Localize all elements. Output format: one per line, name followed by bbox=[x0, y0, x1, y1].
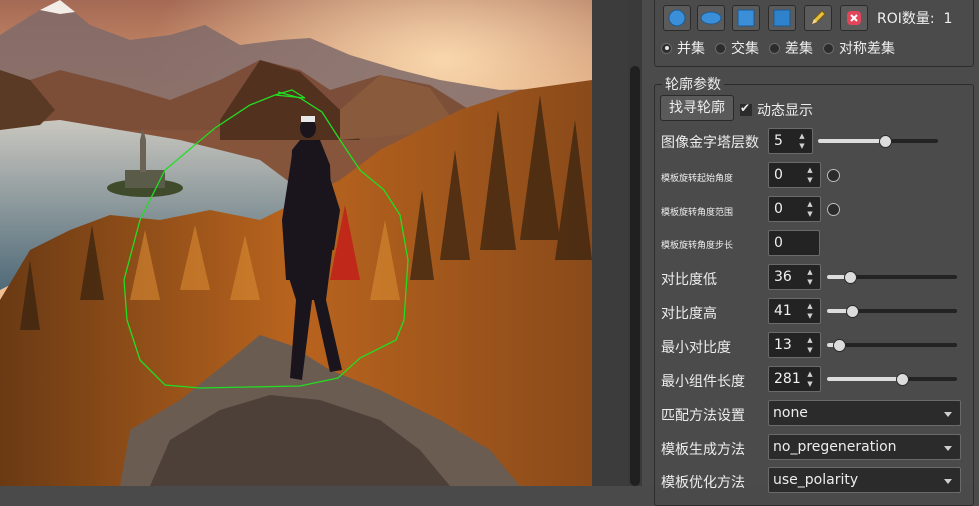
slider-fill bbox=[827, 377, 902, 381]
spinbox-arrows[interactable]: ▲ ▼ bbox=[803, 369, 817, 389]
chevron-down-icon bbox=[944, 479, 952, 484]
spinbox-value: 5 bbox=[774, 133, 783, 149]
spinbox-value: 281 bbox=[774, 371, 801, 387]
clear-roi-icon bbox=[847, 11, 861, 25]
spinbox-arrows[interactable]: ▲ ▼ bbox=[795, 131, 809, 151]
slider-handle[interactable] bbox=[827, 203, 840, 216]
contrast-high-spinbox[interactable]: 41 ▲ ▼ bbox=[768, 298, 821, 324]
contrast-low-slider[interactable] bbox=[827, 271, 957, 284]
template-generation-select[interactable]: no_pregeneration bbox=[768, 434, 961, 460]
radio-indicator[interactable] bbox=[823, 42, 834, 54]
rotated-rectangle-icon bbox=[773, 9, 791, 27]
rectangle-icon bbox=[737, 9, 755, 27]
min-contrast-spinbox[interactable]: 13 ▲ ▼ bbox=[768, 332, 821, 358]
spinbox-value: 41 bbox=[774, 303, 792, 319]
rectangle-roi-button[interactable] bbox=[732, 5, 760, 31]
roi-count-label: ROI数量: bbox=[877, 11, 935, 27]
angle-start-spinbox[interactable]: 0 ▲ ▼ bbox=[768, 162, 821, 188]
contrast-high-label: 对比度高 bbox=[661, 306, 717, 322]
contrast-low-spinbox[interactable]: 36 ▲ ▼ bbox=[768, 264, 821, 290]
radio-label: 对称差集 bbox=[839, 41, 895, 57]
angle-start-label: 模板旋转起始角度 bbox=[661, 174, 734, 184]
slider-handle[interactable] bbox=[843, 271, 857, 284]
circle-roi-button[interactable] bbox=[663, 5, 691, 31]
radio-difference[interactable]: 差集 bbox=[769, 38, 813, 58]
select-value: no_pregeneration bbox=[773, 439, 897, 455]
select-value: none bbox=[773, 405, 808, 421]
angle-extent-slider[interactable] bbox=[827, 203, 840, 216]
radio-label: 交集 bbox=[731, 41, 759, 57]
slider-handle[interactable] bbox=[879, 135, 893, 148]
checkbox-indicator[interactable] bbox=[740, 101, 752, 116]
spinbox-arrows[interactable]: ▲ ▼ bbox=[803, 267, 817, 287]
slider-fill bbox=[818, 139, 885, 143]
radio-indicator[interactable] bbox=[661, 42, 672, 54]
checkbox-label: 动态显示 bbox=[757, 103, 813, 119]
settings-panel: ROI数量: 1 并集 交集 差集 对称差集 轮廓参数 找寻轮廓 动态显示 图像… bbox=[642, 0, 979, 506]
spinbox-arrows[interactable]: ▲ ▼ bbox=[803, 335, 817, 355]
angle-extent-spinbox[interactable]: 0 ▲ ▼ bbox=[768, 196, 821, 222]
freehand-roi-button[interactable] bbox=[804, 5, 832, 31]
contrast-high-slider[interactable] bbox=[827, 305, 957, 318]
angle-extent-label: 模板旋转角度范围 bbox=[661, 208, 734, 218]
spinbox-value: 0 bbox=[774, 167, 783, 183]
circle-icon bbox=[668, 9, 686, 27]
pyramid-levels-spinbox[interactable]: 5 ▲ ▼ bbox=[768, 128, 813, 154]
angle-start-slider[interactable] bbox=[827, 169, 840, 182]
angle-step-label: 模板旋转角度步长 bbox=[661, 241, 734, 251]
chevron-down-icon bbox=[944, 412, 952, 417]
radio-intersection[interactable]: 交集 bbox=[715, 38, 759, 58]
ellipse-roi-button[interactable] bbox=[697, 5, 725, 31]
roi-count-value: 1 bbox=[943, 11, 953, 27]
roi-toolbox: ROI数量: 1 并集 交集 差集 对称差集 bbox=[654, 0, 974, 67]
pyramid-levels-label: 图像金字塔层数 bbox=[661, 135, 759, 151]
template-optimization-select[interactable]: use_polarity bbox=[768, 467, 961, 493]
slider-groove bbox=[827, 343, 957, 347]
radio-symmetric-difference[interactable]: 对称差集 bbox=[823, 38, 895, 58]
radio-label: 差集 bbox=[785, 41, 813, 57]
radio-label: 并集 bbox=[677, 41, 705, 57]
dynamic-display-checkbox[interactable]: 动态显示 bbox=[740, 100, 813, 120]
image-viewport[interactable] bbox=[0, 0, 592, 486]
match-method-select[interactable]: none bbox=[768, 400, 961, 426]
radio-indicator[interactable] bbox=[769, 42, 780, 54]
spinbox-arrows[interactable]: ▲ ▼ bbox=[803, 301, 817, 321]
match-method-label: 匹配方法设置 bbox=[661, 408, 745, 424]
radio-union[interactable]: 并集 bbox=[661, 38, 705, 58]
angle-step-input[interactable]: 0 bbox=[768, 230, 820, 256]
template-generation-label: 模板生成方法 bbox=[661, 442, 745, 458]
ellipse-icon bbox=[700, 11, 722, 25]
pyramid-levels-slider[interactable] bbox=[818, 135, 938, 148]
chevron-down-icon bbox=[944, 446, 952, 451]
slider-handle[interactable] bbox=[896, 373, 910, 386]
slider-handle[interactable] bbox=[846, 305, 860, 318]
spinbox-value: 36 bbox=[774, 269, 792, 285]
rotated-rectangle-roi-button[interactable] bbox=[768, 5, 796, 31]
slider-handle[interactable] bbox=[827, 169, 840, 182]
scrollbar-thumb[interactable] bbox=[630, 66, 640, 486]
clear-roi-button[interactable] bbox=[840, 5, 868, 31]
region-operation-group: 并集 交集 差集 对称差集 bbox=[661, 38, 895, 58]
find-contour-button[interactable]: 找寻轮廓 bbox=[660, 95, 734, 121]
spinbox-value: 13 bbox=[774, 337, 792, 353]
pencil-icon bbox=[811, 10, 826, 25]
min-component-length-slider[interactable] bbox=[827, 373, 957, 386]
landscape-photo bbox=[0, 0, 592, 486]
slider-handle[interactable] bbox=[832, 339, 846, 352]
roi-count: ROI数量: 1 bbox=[877, 8, 952, 28]
min-contrast-slider[interactable] bbox=[827, 339, 957, 352]
spinbox-value: 0 bbox=[774, 201, 783, 217]
spinbox-arrows[interactable]: ▲ ▼ bbox=[803, 165, 817, 185]
contrast-low-label: 对比度低 bbox=[661, 272, 717, 288]
group-title: 轮廓参数 bbox=[662, 74, 724, 94]
vertical-scrollbar[interactable] bbox=[628, 0, 642, 486]
input-value: 0 bbox=[774, 235, 783, 251]
radio-indicator[interactable] bbox=[715, 42, 726, 54]
panel-divider bbox=[592, 0, 628, 486]
min-contrast-label: 最小对比度 bbox=[661, 340, 731, 356]
spinbox-arrows[interactable]: ▲ ▼ bbox=[803, 199, 817, 219]
min-component-length-label: 最小组件长度 bbox=[661, 374, 745, 390]
template-optimization-label: 模板优化方法 bbox=[661, 475, 745, 491]
min-component-length-spinbox[interactable]: 281 ▲ ▼ bbox=[768, 366, 821, 392]
